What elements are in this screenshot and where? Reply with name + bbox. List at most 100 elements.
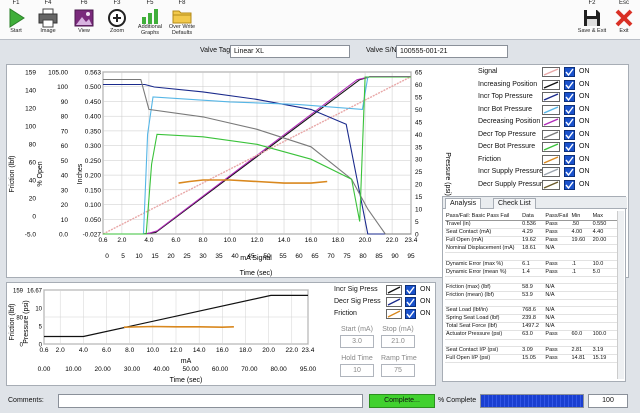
table-cell: N/A <box>544 244 571 254</box>
table-cell: 1497.2 <box>521 322 545 332</box>
ramp-time-field[interactable]: 75 <box>381 364 415 377</box>
table-cell: 18.61 <box>521 244 545 254</box>
legend-swatch[interactable] <box>542 142 560 152</box>
table-cell: Actuator Pressure (psi) <box>445 330 522 340</box>
legend-checkbox[interactable] <box>564 67 575 77</box>
time-tick-label: 5 <box>121 253 125 260</box>
lower-legend-swatch[interactable] <box>386 309 402 319</box>
overwrite-defaults-label: Over Write Defaults <box>168 24 196 36</box>
zoom-button[interactable]: F3 Zoom <box>101 0 133 40</box>
friction-tick-label: -5.0 <box>25 232 37 239</box>
overwrite-defaults-button[interactable]: F8 Over Write Defaults <box>166 0 198 40</box>
table-cell: Seat Contact (mA) <box>445 228 522 238</box>
valve-sn-field[interactable]: 100555-001-21 <box>396 45 508 58</box>
lower-legend-checkbox[interactable] <box>405 297 416 307</box>
legend-swatch[interactable] <box>542 154 560 165</box>
inches-axis-label: Inches <box>77 163 84 184</box>
table-cell <box>591 299 617 308</box>
legend-name: Decr Bot Pressure <box>478 143 536 150</box>
inches-tick-label: 0.100 <box>85 202 102 209</box>
legend-swatch[interactable] <box>542 104 560 115</box>
legend-checkbox[interactable] <box>564 92 575 102</box>
exit-key: Esc <box>618 0 629 6</box>
legend-swatch[interactable] <box>542 129 560 140</box>
table-cell: N/A <box>544 291 571 301</box>
legend-swatch[interactable] <box>542 167 560 177</box>
lower-time-tick: 40.00 <box>153 366 170 373</box>
start-ma-field[interactable]: 3.0 <box>340 335 374 348</box>
legend-checkbox[interactable] <box>564 79 575 90</box>
table-cell: 58.9 <box>521 283 545 292</box>
table-cell: Seat Load (lbf/in) <box>445 306 522 316</box>
stop-ma-field[interactable]: 21.0 <box>381 335 415 348</box>
table-row: Seat Contact (mA) 4.29 Pass 4.00 4.40 <box>445 228 617 238</box>
view-button[interactable]: F6 View <box>68 0 100 40</box>
legend-checkbox[interactable] <box>564 167 575 177</box>
analysis-scrollbar[interactable] <box>617 211 624 379</box>
lower-legend-swatch[interactable] <box>386 285 402 295</box>
table-cell <box>570 306 592 316</box>
lower-ma-tick: 20.0 <box>262 347 275 354</box>
ramp-time-group: Ramp Time 75 <box>381 355 417 377</box>
tab-check-list[interactable]: Check List <box>493 198 536 209</box>
table-cell: Pass <box>544 346 571 355</box>
image-button[interactable]: F4 Image <box>32 0 64 40</box>
lower-ma-label: mA <box>181 358 192 365</box>
inches-tick-label: 0.050 <box>85 217 102 224</box>
lower-ma-tick: 16.0 <box>216 347 229 354</box>
table-cell <box>591 322 617 332</box>
table-cell: 4.29 <box>521 228 545 238</box>
pressure-tick-label: 40 <box>415 132 423 139</box>
lower-ma-tick: 6.0 <box>102 347 111 354</box>
lower-legend-swatch[interactable] <box>386 297 402 307</box>
analysis-tabs: Analysis Check List <box>443 197 627 209</box>
open-tick-label: 60 <box>61 143 69 150</box>
lower-legend-checkbox[interactable] <box>405 309 416 319</box>
legend-swatch[interactable] <box>542 92 560 102</box>
legend-swatch[interactable] <box>542 79 560 90</box>
time-tick-label: 80 <box>359 253 367 260</box>
inches-tick-label: 0.563 <box>85 70 102 77</box>
friction-tick-label: 120 <box>25 106 36 113</box>
legend-checkbox[interactable] <box>564 129 575 140</box>
pressure-tick-label: 20 <box>415 182 423 189</box>
inches-tick-label: 0.300 <box>85 143 102 150</box>
table-row: Full Open (mA) 19.62 Pass 19.60 20.00 <box>445 236 617 246</box>
legend-swatch[interactable] <box>542 117 560 127</box>
stop-ma-group: Stop (mA) 21.0 <box>381 326 415 348</box>
legend-checkbox[interactable] <box>564 142 575 152</box>
lower-legend-name: Decr Sig Press <box>334 298 381 305</box>
legend-swatch[interactable] <box>542 67 560 77</box>
open-tick-label: 30 <box>61 187 69 194</box>
ma-signal-label: mA Signal <box>240 255 272 262</box>
pressure-tick-label: 25 <box>415 169 423 176</box>
lower-legend-checkbox[interactable] <box>405 285 416 295</box>
tab-analysis[interactable]: Analysis <box>445 198 482 209</box>
legend-checkbox[interactable] <box>564 179 575 190</box>
lower-chart: 0.6 2.0 4.0 6.0 8.0 10.0 12.0 14.0 16.0 18.0 20.0 2… <box>9 289 316 385</box>
table-cell: Full Open I/P (psi) <box>445 354 522 363</box>
legend-checkbox[interactable] <box>564 154 575 165</box>
status-indicator: Complete... <box>369 394 435 408</box>
analysis-header-cell: Pass/Fail <box>544 213 571 222</box>
main-chart: 0.6 2.0 4.0 6.0 8.0 10.0 12.0 14.0 16.0 18.0 20.0 2… <box>9 70 451 278</box>
pressure-tick-label: 55 <box>415 94 423 101</box>
hold-time-field[interactable]: 10 <box>340 364 374 377</box>
comments-field[interactable] <box>58 394 363 408</box>
lower-time-tick: 20.00 <box>95 366 112 373</box>
legend-on-label: ON <box>579 105 590 113</box>
save-exit-button[interactable]: F2 Save & Exit <box>576 0 608 40</box>
table-cell: Dynamic Error (mean %) <box>445 268 522 277</box>
start-button[interactable]: F1 Start <box>0 0 32 40</box>
legend-checkbox[interactable] <box>564 117 575 127</box>
legend-name: Signal <box>478 68 498 75</box>
additional-graphs-button[interactable]: F5 Additional Graphs <box>134 0 166 40</box>
legend-swatch[interactable] <box>542 179 560 190</box>
lower-pressure-tick: 10 <box>35 307 42 313</box>
legend-checkbox[interactable] <box>564 104 575 115</box>
open-tick-label: 40 <box>61 173 69 180</box>
legend-name: Increasing Position <box>478 80 538 88</box>
open-tick-label: 70 <box>61 128 69 135</box>
valve-tag-field[interactable]: Linear XL <box>230 45 350 58</box>
exit-button[interactable]: Esc Exit <box>608 0 640 40</box>
